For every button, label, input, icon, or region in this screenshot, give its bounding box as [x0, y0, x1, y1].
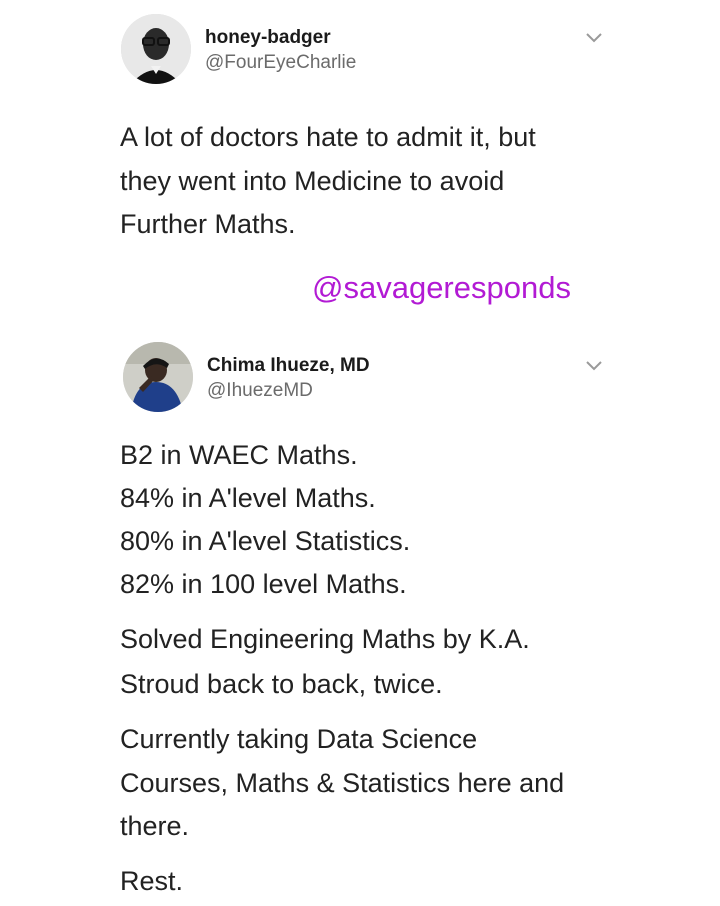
- user-handle[interactable]: @IhuezeMD: [207, 380, 313, 402]
- watermark: @savageresponds: [312, 270, 571, 305]
- display-name[interactable]: honey-badger: [205, 27, 331, 49]
- tweet-text-line: Courses, Maths & Statistics here and: [120, 768, 565, 798]
- tweet-text-line: Rest.: [120, 866, 184, 896]
- tweet-text-line: Currently taking Data Science: [120, 724, 478, 754]
- profile-photo-icon: [121, 14, 191, 84]
- tweet-text-line: 84% in A'level Maths.: [120, 483, 376, 513]
- avatar[interactable]: [123, 342, 193, 412]
- display-name[interactable]: Chima Ihueze, MD: [207, 355, 370, 377]
- tweet-text-line: Further Maths.: [120, 209, 296, 239]
- tweet-1: honey-badger @FourEyeCharlie A lot of do…: [0, 0, 720, 250]
- avatar[interactable]: [121, 14, 191, 84]
- tweet-2: Chima Ihueze, MD @IhuezeMD B2 in WAEC Ma…: [0, 330, 720, 906]
- tweet-text-line: B2 in WAEC Maths.: [120, 440, 358, 470]
- tweet-text-line: 82% in 100 level Maths.: [120, 569, 407, 599]
- tweet-text-line: there.: [120, 811, 190, 841]
- tweet-text-line: they went into Medicine to avoid: [120, 166, 505, 196]
- chevron-down-icon[interactable]: [584, 30, 604, 44]
- tweet-text-line: A lot of doctors hate to admit it, but: [120, 122, 536, 152]
- tweet-text-line: 80% in A'level Statistics.: [120, 526, 411, 556]
- tweet-text-line: Solved Engineering Maths by K.A.: [120, 624, 530, 654]
- chevron-down-icon[interactable]: [584, 358, 604, 372]
- profile-photo-icon: [123, 342, 193, 412]
- tweet-text-line: Stroud back to back, twice.: [120, 669, 443, 699]
- user-handle[interactable]: @FourEyeCharlie: [205, 52, 356, 74]
